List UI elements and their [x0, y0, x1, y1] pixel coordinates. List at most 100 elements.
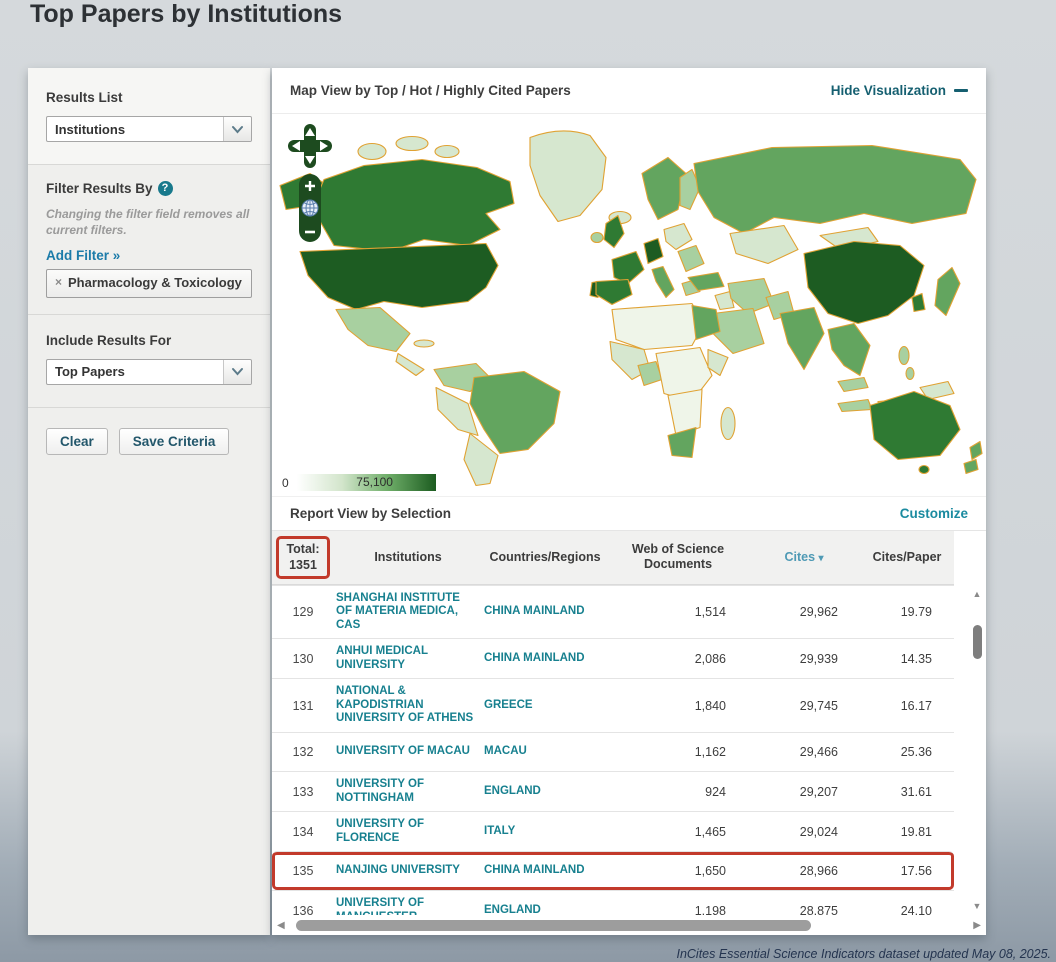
rank-cell: 134	[292, 824, 314, 839]
institution-link[interactable]: UNIVERSITY OF FLORENCE	[334, 818, 482, 845]
map-legend: 0 75,100	[282, 474, 436, 491]
include-results-label: Include Results For	[46, 332, 172, 348]
filter-note: Changing the filter field removes all cu…	[46, 207, 250, 237]
documents-cell: 924	[705, 784, 726, 799]
cites-cell: 29,745	[799, 698, 838, 713]
results-list-label: Results List	[46, 90, 123, 105]
clear-button[interactable]: Clear	[46, 427, 108, 455]
page-title: Top Papers by Institutions	[30, 0, 343, 28]
horizontal-scroll-thumb[interactable]	[295, 920, 812, 931]
table-row[interactable]: 136 UNIVERSITY OF MANCHESTER ENGLAND 1,1…	[272, 890, 954, 915]
cites-per-paper-cell: 25.36	[900, 745, 932, 759]
scroll-down-icon[interactable]: ▼	[969, 901, 985, 911]
results-list-value: Institutions	[55, 121, 126, 137]
map-visualization: 0 75,100	[272, 114, 986, 497]
cites-cell: 29,024	[799, 824, 838, 839]
institution-link[interactable]: ANHUI MEDICAL UNIVERSITY	[334, 645, 482, 672]
map-view-header: Map View by Top / Hot / Highly Cited Pap…	[272, 68, 986, 114]
hide-visualization-label: Hide Visualization	[830, 83, 946, 98]
customize-link[interactable]: Customize	[900, 506, 968, 521]
vertical-scrollbar[interactable]: ▲ ▼	[969, 587, 985, 914]
scroll-up-icon[interactable]: ▲	[969, 589, 985, 599]
hide-visualization-link[interactable]: Hide Visualization	[831, 83, 968, 98]
world-map-svg[interactable]	[272, 114, 986, 496]
table-row[interactable]: 130 ANHUI MEDICAL UNIVERSITY CHINA MAINL…	[272, 638, 954, 678]
documents-cell: 1,650	[694, 864, 726, 879]
rank-cell: 136	[292, 903, 314, 915]
documents-cell: 1,198	[694, 903, 726, 915]
column-header-cites[interactable]: Cites ▾	[748, 545, 860, 570]
institution-link[interactable]: UNIVERSITY OF MACAU	[334, 745, 482, 759]
institution-link[interactable]: SHANGHAI INSTITUTE OF MATERIA MEDICA, CA…	[334, 592, 482, 633]
documents-cell: 1,465	[694, 824, 726, 839]
table-row[interactable]: 133 UNIVERSITY OF NOTTINGHAM ENGLAND 924…	[272, 771, 954, 811]
legend-min-label: 0	[282, 475, 289, 490]
table-row[interactable]: 134 UNIVERSITY OF FLORENCE ITALY 1,465 2…	[272, 811, 954, 851]
rank-cell: 133	[292, 784, 314, 799]
save-criteria-button[interactable]: Save Criteria	[118, 427, 230, 455]
country-link[interactable]: CHINA MAINLAND	[482, 652, 608, 666]
country-link[interactable]: ENGLAND	[482, 904, 608, 915]
cites-cell: 28,966	[799, 864, 838, 879]
column-header-countries[interactable]: Countries/Regions	[482, 545, 608, 570]
cites-cell: 28,875	[799, 903, 838, 915]
cites-per-paper-cell: 19.81	[900, 824, 932, 839]
map-pan-zoom-controls[interactable]	[288, 124, 334, 246]
cites-per-paper-cell: 24.10	[900, 903, 932, 915]
table-header: Total: 1351 Institutions Countries/Regio…	[272, 531, 954, 585]
minus-icon	[954, 89, 968, 92]
remove-filter-icon[interactable]: ×	[55, 275, 62, 290]
table-row[interactable]: 131 NATIONAL & KAPODISTRIAN UNIVERSITY O…	[272, 678, 954, 732]
chevron-down-icon[interactable]	[223, 117, 251, 141]
country-link[interactable]: MACAU	[482, 745, 608, 759]
total-count-box: Total: 1351	[276, 536, 330, 579]
cites-per-paper-cell: 14.35	[900, 651, 932, 666]
rank-cell: 131	[292, 698, 314, 713]
vertical-scroll-thumb[interactable]	[973, 624, 982, 659]
page: Top Papers by Institutions Results List …	[0, 0, 1056, 962]
institution-link[interactable]: NANJING UNIVERSITY	[334, 864, 482, 878]
cites-per-paper-cell: 17.56	[900, 864, 932, 879]
horizontal-scroll-track[interactable]	[290, 919, 969, 931]
cites-cell: 29,962	[799, 604, 838, 619]
map-view-title: Map View by Top / Hot / Highly Cited Pap…	[290, 83, 571, 98]
table-rows-host: 129 SHANGHAI INSTITUTE OF MATERIA MEDICA…	[272, 584, 986, 915]
report-view-header: Report View by Selection Customize	[272, 497, 986, 531]
institution-link[interactable]: UNIVERSITY OF MANCHESTER	[334, 897, 482, 915]
country-link[interactable]: ENGLAND	[482, 785, 608, 799]
cites-cell: 29,939	[799, 651, 838, 666]
active-filter-chip[interactable]: × Pharmacology & Toxicology	[46, 269, 252, 298]
column-header-documents[interactable]: Web of Science Documents	[608, 537, 748, 577]
total-value: 1351	[289, 558, 317, 573]
legend-gradient-bar: 75,100	[293, 474, 436, 491]
add-filter-link[interactable]: Add Filter »	[46, 248, 120, 263]
results-list-select[interactable]: Institutions	[46, 116, 252, 142]
cites-per-paper-cell: 19.79	[900, 604, 932, 619]
country-link[interactable]: ITALY	[482, 825, 608, 839]
country-link[interactable]: CHINA MAINLAND	[482, 864, 608, 878]
horizontal-scrollbar[interactable]: ◀ ▶	[272, 915, 986, 935]
filter-results-by-label: Filter Results By	[46, 181, 153, 196]
country-link[interactable]: GREECE	[482, 699, 608, 713]
table-row[interactable]: 135 NANJING UNIVERSITY CHINA MAINLAND 1,…	[272, 851, 954, 890]
table-row[interactable]: 132 UNIVERSITY OF MACAU MACAU 1,162 29,4…	[272, 732, 954, 771]
table-body: 129 SHANGHAI INSTITUTE OF MATERIA MEDICA…	[272, 584, 986, 915]
dataset-update-note: InCites Essential Science Indicators dat…	[676, 947, 1051, 961]
include-results-value: Top Papers	[55, 364, 125, 380]
total-count-cell: Total: 1351	[272, 531, 334, 584]
scroll-left-icon[interactable]: ◀	[277, 920, 285, 931]
institution-link[interactable]: UNIVERSITY OF NOTTINGHAM	[334, 778, 482, 805]
legend-max-label: 75,100	[356, 475, 393, 489]
scroll-right-icon[interactable]: ▶	[973, 920, 981, 931]
rank-cell: 129	[292, 604, 314, 619]
column-header-institutions[interactable]: Institutions	[334, 545, 482, 570]
institution-link[interactable]: NATIONAL & KAPODISTRIAN UNIVERSITY OF AT…	[334, 685, 482, 726]
chevron-down-icon[interactable]	[223, 359, 251, 384]
cites-per-paper-cell: 31.61	[900, 784, 932, 799]
help-icon[interactable]: ?	[157, 181, 173, 196]
column-header-cites-per-paper[interactable]: Cites/Paper	[860, 545, 954, 570]
country-link[interactable]: CHINA MAINLAND	[482, 605, 608, 619]
include-results-select[interactable]: Top Papers	[46, 358, 252, 385]
criteria-buttons: Clear Save Criteria	[28, 408, 270, 475]
table-row[interactable]: 129 SHANGHAI INSTITUTE OF MATERIA MEDICA…	[272, 584, 954, 639]
